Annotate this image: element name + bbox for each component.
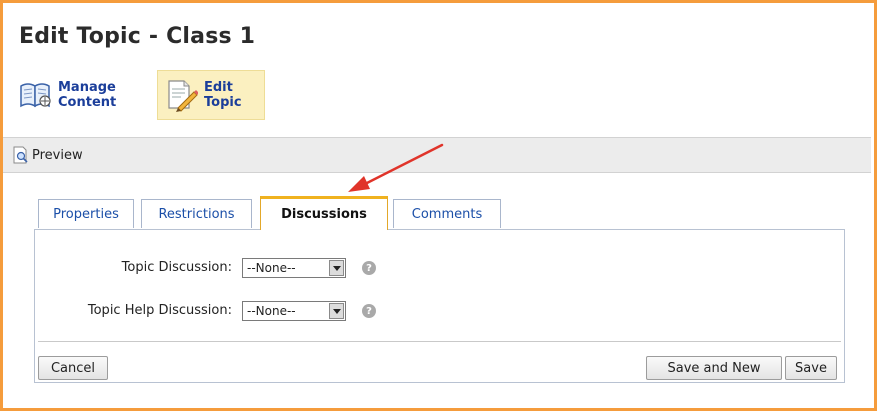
topic-help-discussion-label: Topic Help Discussion:: [87, 303, 232, 318]
topic-discussion-label: Topic Discussion:: [121, 260, 232, 275]
page-title: Edit Topic - Class 1: [19, 24, 256, 49]
cancel-button[interactable]: Cancel: [38, 356, 108, 380]
tab-restrictions[interactable]: Restrictions: [141, 199, 252, 228]
save-button[interactable]: Save: [785, 356, 837, 380]
preview-toolbar: Preview: [3, 137, 871, 173]
pencil-document-icon: [164, 78, 199, 112]
help-icon[interactable]: ?: [362, 304, 376, 318]
tab-discussions[interactable]: Discussions: [260, 196, 388, 230]
topic-help-discussion-select[interactable]: --None--: [242, 301, 346, 321]
edit-topic-label: Edit Topic: [204, 80, 242, 110]
manage-content-label: Manage Content: [58, 80, 117, 110]
topic-discussion-select[interactable]: --None--: [242, 258, 346, 278]
chevron-down-icon: [329, 303, 344, 319]
book-icon: [18, 80, 54, 110]
chevron-down-icon: [329, 260, 344, 276]
save-and-new-button[interactable]: Save and New: [646, 356, 782, 380]
edit-topic-button[interactable]: Edit Topic: [157, 70, 265, 120]
help-icon[interactable]: ?: [362, 261, 376, 275]
manage-content-button[interactable]: Manage Content: [18, 70, 148, 120]
topic-help-discussion-value: --None--: [247, 304, 296, 318]
topic-discussion-value: --None--: [247, 261, 296, 275]
preview-icon: [12, 146, 30, 164]
tab-comments[interactable]: Comments: [393, 199, 501, 228]
tab-properties[interactable]: Properties: [38, 199, 134, 228]
preview-link[interactable]: Preview: [32, 148, 83, 163]
divider: [38, 341, 841, 342]
